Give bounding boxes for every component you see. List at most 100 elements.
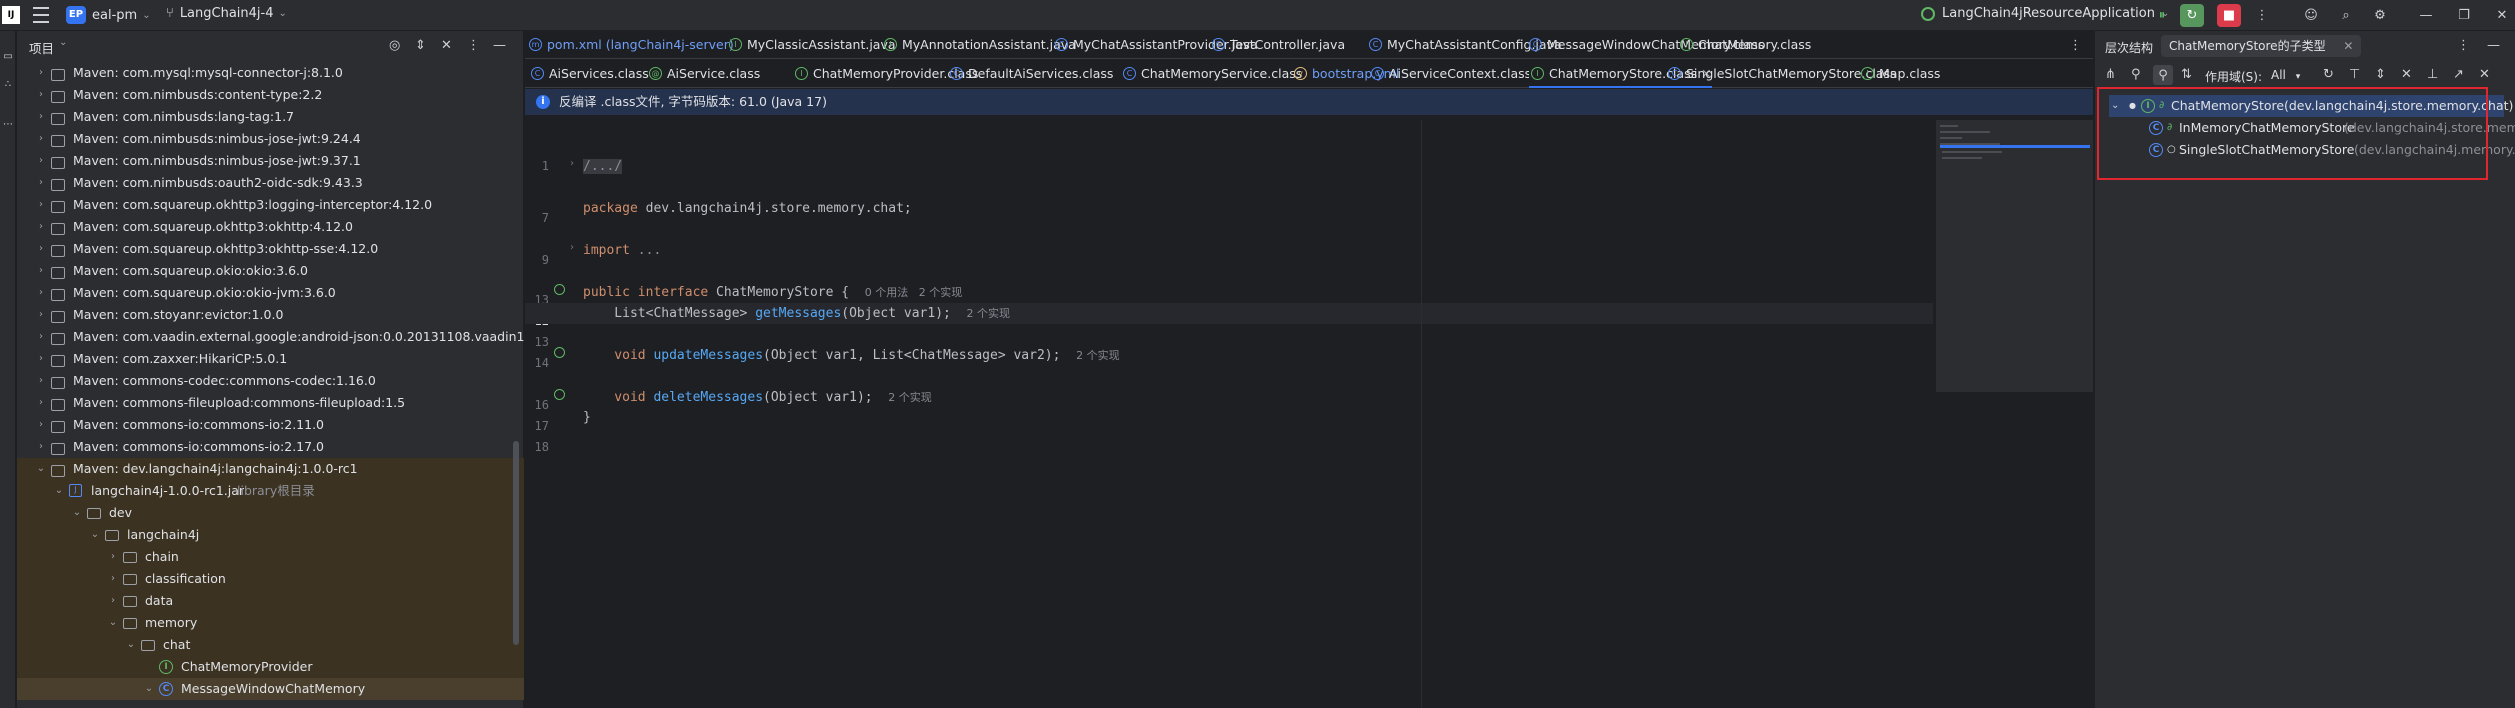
- debug-icon[interactable]: ⏸: [2154, 7, 2170, 23]
- tree-row[interactable]: › chain: [17, 546, 524, 568]
- expand-all-icon[interactable]: ⇕: [415, 38, 426, 53]
- chevron-right-icon[interactable]: ›: [35, 106, 47, 128]
- chevron-right-icon[interactable]: ›: [35, 62, 47, 84]
- chevron-right-icon[interactable]: ›: [35, 172, 47, 194]
- implementations-hint[interactable]: 2 个实现: [967, 307, 1011, 320]
- tree-row[interactable]: › Maven: com.squareup.okhttp3:okhttp:4.12…: [17, 216, 524, 238]
- chevron-right-icon[interactable]: ›: [107, 546, 119, 568]
- usages-hint[interactable]: 0 个用法 2 个实现: [865, 286, 962, 299]
- chevron-right-icon[interactable]: ›: [35, 150, 47, 172]
- tree-row[interactable]: › Maven: com.nimbusds:lang-tag:1.7: [17, 106, 524, 128]
- folded-header[interactable]: /.../: [583, 159, 623, 174]
- editor-tab[interactable]: C ChatMemoryService.class: [1121, 60, 1302, 88]
- chevron-right-icon[interactable]: ›: [35, 348, 47, 370]
- code-line-close[interactable]: }: [583, 410, 591, 425]
- search-icon[interactable]: ⌕: [2338, 7, 2354, 23]
- chevron-down-icon[interactable]: ⌄: [107, 612, 119, 634]
- user-icon[interactable]: ☺: [2303, 7, 2319, 23]
- tree-row[interactable]: › Maven: commons-io:commons-io:2.17.0: [17, 436, 524, 458]
- minimap[interactable]: [1936, 120, 2093, 392]
- code-line-updatemessages[interactable]: void updateMessages(Object var1, List<Ch…: [583, 347, 1119, 363]
- tree-row[interactable]: ⌄ langchain4j: [17, 524, 524, 546]
- chevron-right-icon[interactable]: ›: [35, 414, 47, 436]
- folded-imports[interactable]: ...: [630, 243, 662, 258]
- chevron-right-icon[interactable]: ›: [35, 326, 47, 348]
- chevron-right-icon[interactable]: ›: [35, 282, 47, 304]
- tree-row[interactable]: ⌄ memory: [17, 612, 524, 634]
- tree-row[interactable]: › data: [17, 590, 524, 612]
- chevron-right-icon[interactable]: ›: [35, 260, 47, 282]
- implemented-marker-icon[interactable]: [554, 284, 565, 295]
- code-line-deletemessages[interactable]: void deleteMessages(Object var1); 2 个实现: [583, 389, 931, 405]
- more-actions-icon[interactable]: ⋮: [2256, 7, 2269, 23]
- chevron-down-icon[interactable]: ⌄: [143, 678, 155, 700]
- settings-gear-icon[interactable]: ⚙: [2372, 7, 2388, 23]
- chevron-right-icon[interactable]: ›: [35, 128, 47, 150]
- tree-row[interactable]: › Maven: com.nimbusds:nimbus-jose-jwt:9.2…: [17, 128, 524, 150]
- tree-row[interactable]: ⌄ chat: [17, 634, 524, 656]
- supertypes-icon[interactable]: ⋔: [2105, 67, 2116, 82]
- chevron-down-icon[interactable]: ⌄: [35, 458, 47, 480]
- main-menu-icon[interactable]: [32, 7, 50, 23]
- tree-row[interactable]: › Maven: com.vaadin.external.google:andro…: [17, 326, 524, 348]
- scope-dropdown[interactable]: All ▾: [2271, 66, 2311, 84]
- chevron-down-icon[interactable]: ⌄: [71, 502, 83, 524]
- code-line-getmessages[interactable]: List<ChatMessage> getMessages(Object var…: [583, 305, 1010, 321]
- chevron-right-icon[interactable]: ›: [35, 194, 47, 216]
- close-window-icon[interactable]: ✕: [2494, 7, 2510, 23]
- chevron-right-icon[interactable]: ›: [35, 392, 47, 414]
- chevron-down-icon[interactable]: ⌄: [89, 524, 101, 546]
- tree-row[interactable]: › Maven: com.nimbusds:content-type:2.2: [17, 84, 524, 106]
- tree-row[interactable]: › Maven: com.squareup.okio:okio-jvm:3.6.0: [17, 282, 524, 304]
- code-line-package[interactable]: package dev.langchain4j.store.memory.cha…: [583, 201, 912, 216]
- hide-panel-icon[interactable]: —: [493, 38, 506, 53]
- minimize-window-icon[interactable]: —: [2418, 7, 2434, 23]
- editor-tab[interactable]: I Map.class: [1859, 60, 1940, 88]
- options-icon[interactable]: ⋮: [467, 38, 480, 53]
- more-tools-icon[interactable]: ⋯: [1, 117, 15, 131]
- hierarchy-tab-title[interactable]: 层次结构: [2105, 39, 2153, 56]
- tree-row[interactable]: ⌄ Jlangchain4j-1.0.0-rc1.jar library根目录: [17, 480, 524, 502]
- expand-all-icon[interactable]: ⇕: [2375, 67, 2386, 82]
- editor-tab[interactable]: I MyAnnotationAssistant.java: [882, 31, 1076, 59]
- project-tool-icon[interactable]: ▭: [1, 49, 15, 63]
- fold-icon[interactable]: ›: [570, 158, 574, 169]
- hierarchy-subject-tab[interactable]: ChatMemoryStore的子类型 ✕: [2161, 35, 2362, 57]
- minimap-viewport[interactable]: [1940, 145, 2090, 148]
- pin-icon[interactable]: ⊤: [2349, 67, 2360, 82]
- implemented-marker-icon[interactable]: [554, 389, 565, 400]
- editor-tab[interactable]: I MyClassicAssistant.java: [727, 31, 896, 59]
- structure-tool-icon[interactable]: ∴: [1, 77, 15, 91]
- close-icon[interactable]: ✕: [2479, 67, 2490, 82]
- tree-row[interactable]: › Maven: com.mysql:mysql-connector-j:8.1.…: [17, 62, 524, 84]
- tree-row[interactable]: › Maven: commons-io:commons-io:2.11.0: [17, 414, 524, 436]
- fold-icon[interactable]: ›: [570, 242, 574, 253]
- subtypes-icon[interactable]: ⚲: [2153, 65, 2173, 85]
- hide-panel-icon[interactable]: —: [2487, 38, 2500, 53]
- chevron-right-icon[interactable]: ›: [35, 84, 47, 106]
- rerun-icon[interactable]: ↻: [2180, 4, 2204, 27]
- tree-row[interactable]: › Maven: com.nimbusds:nimbus-jose-jwt:9.3…: [17, 150, 524, 172]
- editor-tab[interactable]: m pom.xml (langChain4j-server): [527, 31, 734, 59]
- tree-row[interactable]: › Maven: commons-fileupload:commons-fileu…: [17, 392, 524, 414]
- tree-row[interactable]: ⌄ C MessageWindowChatMemory: [17, 678, 524, 700]
- tree-row[interactable]: I ChatMemoryProvider: [17, 656, 524, 678]
- restore-window-icon[interactable]: ❐: [2456, 7, 2472, 23]
- chevron-right-icon[interactable]: ›: [35, 216, 47, 238]
- editor-tab[interactable]: C AiServiceContext.class: [1369, 60, 1531, 88]
- app-logo-icon[interactable]: IJ: [2, 6, 20, 24]
- tree-row[interactable]: › Maven: commons-codec:commons-codec:1.16…: [17, 370, 524, 392]
- scrollbar[interactable]: [513, 441, 519, 645]
- tree-row[interactable]: › Maven: com.squareup.okhttp3:okhttp-sse:…: [17, 238, 524, 260]
- editor-tab[interactable]: C TestController.java: [1210, 31, 1345, 59]
- refresh-icon[interactable]: ↻: [2323, 67, 2334, 82]
- tree-row[interactable]: › Maven: com.squareup.okio:okio:3.6.0: [17, 260, 524, 282]
- close-icon[interactable]: ✕: [2343, 39, 2353, 53]
- code-line-1[interactable]: /.../: [583, 159, 623, 174]
- chevron-right-icon[interactable]: ›: [35, 304, 47, 326]
- tree-row[interactable]: › Maven: com.zaxxer:HikariCP:5.0.1: [17, 348, 524, 370]
- project-panel-title[interactable]: 项目: [29, 38, 54, 57]
- branch-switcher[interactable]: ⑂ LangChain4j-4 ⌄: [166, 6, 287, 21]
- chevron-right-icon[interactable]: ›: [35, 370, 47, 392]
- chevron-right-icon[interactable]: ›: [107, 590, 119, 612]
